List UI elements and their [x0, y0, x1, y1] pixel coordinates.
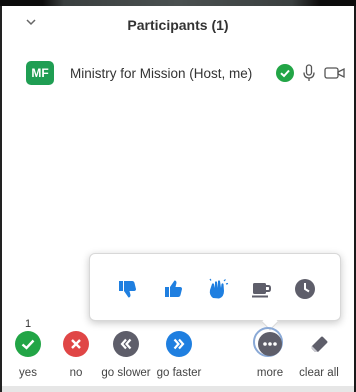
check-circle-icon: [276, 64, 294, 82]
participants-panel: Participants (1) MF Ministry for Mission…: [0, 6, 354, 392]
participant-row[interactable]: MF Ministry for Mission (Host, me): [2, 58, 354, 88]
clock-icon[interactable]: [294, 278, 316, 300]
eraser-icon: [306, 331, 332, 357]
more-dots-icon: [257, 331, 283, 357]
yes-count-badge: 1: [24, 318, 32, 330]
reactions-popup: [89, 253, 341, 331]
participant-name: Ministry for Mission (Host, me): [70, 66, 253, 81]
video-camera-icon[interactable]: [324, 66, 346, 80]
go-faster-button[interactable]: go faster: [153, 331, 205, 383]
avatar: MF: [26, 61, 54, 85]
thumbs-down-icon[interactable]: [116, 278, 138, 300]
x-circle-icon: [63, 331, 89, 357]
thumbs-up-icon[interactable]: [162, 278, 184, 300]
rewind-icon: [113, 331, 139, 357]
check-circle-icon: [15, 331, 41, 357]
go-faster-label: go faster: [156, 367, 202, 379]
panel-bottom-border: [2, 386, 354, 392]
panel-header: Participants (1): [2, 6, 354, 42]
fast-forward-icon: [166, 331, 192, 357]
clapping-hands-icon[interactable]: [207, 278, 229, 300]
microphone-icon[interactable]: [302, 63, 316, 83]
clear-all-button[interactable]: clear all: [293, 331, 345, 383]
clear-all-label: clear all: [299, 367, 339, 379]
panel-title: Participants (1): [127, 17, 229, 33]
coffee-cup-icon[interactable]: [250, 278, 272, 300]
